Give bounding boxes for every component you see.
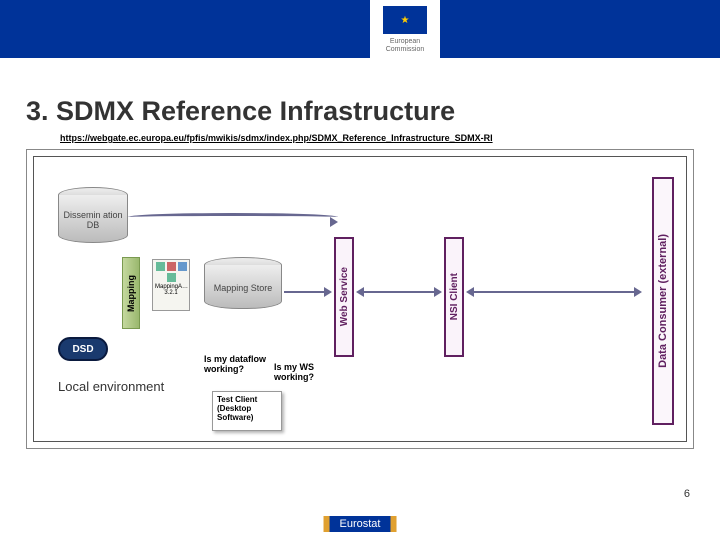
mapping-column: Mapping (122, 257, 140, 329)
ec-logo: ★ European Commission (370, 0, 440, 95)
arrow-db-ws (128, 217, 338, 227)
page-number: 6 (684, 488, 690, 500)
arrow-ws-nsi (356, 287, 442, 297)
web-service-bar: Web Service (334, 237, 354, 357)
local-environment-label: Local environment (58, 379, 164, 395)
dsd-label: DSD (72, 344, 93, 355)
nsi-client-bar: NSI Client (444, 237, 464, 357)
ec-logo-text: European Commission (370, 38, 440, 53)
data-consumer-label: Data Consumer (external) (657, 234, 669, 368)
title-row: 3. SDMX Reference Infrastructure (0, 58, 720, 133)
dissemination-db-label: Dissemin ation DB (59, 203, 127, 235)
mapping-store-label: Mapping Store (210, 276, 277, 298)
page-title: 3. SDMX Reference Infrastructure (26, 96, 694, 127)
mapping-app-label: MappingA… 3.2.1 (155, 284, 187, 296)
nsi-client-label: NSI Client (449, 273, 460, 320)
web-service-label: Web Service (339, 267, 350, 326)
arrow-nsi-dc (466, 287, 642, 297)
mapping-label: Mapping (126, 275, 136, 312)
eu-flag-icon: ★ (383, 6, 427, 34)
diagram-frame-outer: Dissemin ation DB Mapping MappingA… 3.2.… (26, 149, 694, 449)
question-ws: Is my WS working? (274, 363, 344, 383)
test-client-box: Test Client (Desktop Software) (212, 391, 282, 431)
header-band: ★ European Commission (0, 0, 720, 58)
mapping-app-box: MappingA… 3.2.1 (152, 259, 190, 311)
diagram-frame-inner: Dissemin ation DB Mapping MappingA… 3.2.… (33, 156, 687, 442)
question-dataflow: Is my dataflow working? (204, 355, 274, 375)
dissemination-db: Dissemin ation DB (58, 187, 128, 243)
footer-brand: Eurostat (330, 516, 391, 532)
reference-url[interactable]: https://webgate.ec.europa.eu/fpfis/mwiki… (0, 133, 720, 149)
data-consumer-bar: Data Consumer (external) (652, 177, 674, 425)
test-client-label: Test Client (Desktop Software) (217, 395, 257, 422)
mapping-store-db: Mapping Store (204, 257, 282, 309)
arrow-mapping-ws (284, 287, 332, 297)
dsd-box: DSD (58, 337, 108, 361)
